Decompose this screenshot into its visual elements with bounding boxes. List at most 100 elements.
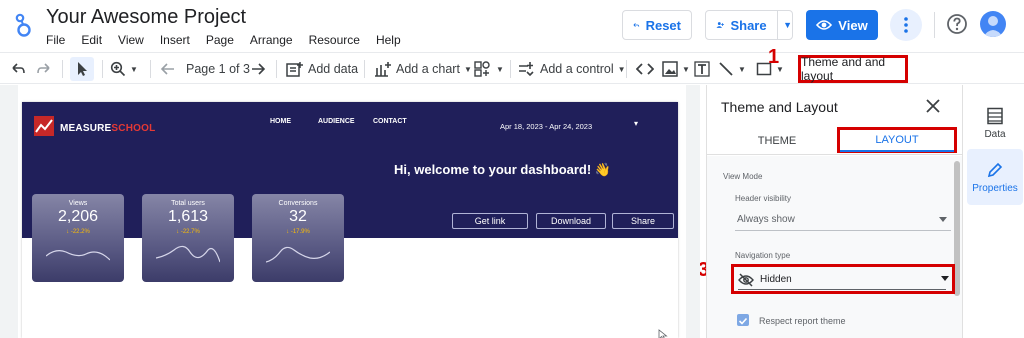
dropdown-arrow-icon <box>939 217 947 222</box>
toolbar-divider <box>102 60 103 78</box>
image-caret-icon: ▼ <box>682 64 690 74</box>
measureschool-logo-icon <box>34 116 54 136</box>
share-report-button[interactable]: Share <box>612 213 674 229</box>
previous-page-button[interactable] <box>160 59 176 79</box>
pencil-icon <box>987 162 1003 177</box>
page-indicator[interactable]: Page 1 of 3 <box>186 59 250 79</box>
navigation-type-dropdown[interactable]: Hidden <box>731 264 955 294</box>
arrow-left-icon <box>160 63 174 75</box>
panel-title: Theme and Layout <box>721 99 838 115</box>
line-icon <box>719 62 733 76</box>
zoom-button[interactable]: ▼ <box>110 59 138 79</box>
image-button[interactable]: ▼ <box>662 59 690 79</box>
share-button[interactable]: Share ▼ <box>705 10 793 40</box>
respect-theme-checkbox[interactable] <box>737 314 749 326</box>
kpi-card-total-users[interactable]: Total users 1,613 ↓ -22.7% <box>142 194 234 282</box>
nav-home[interactable]: HOME <box>270 118 291 125</box>
date-range-control[interactable]: Apr 18, 2023 - Apr 24, 2023 <box>500 122 592 131</box>
app-header: Your Awesome Project File Edit View Inse… <box>0 0 1024 50</box>
theme-and-layout-button[interactable]: Theme and and layout <box>798 55 908 83</box>
header-divider <box>934 12 935 38</box>
select-tool-button[interactable] <box>70 57 94 81</box>
menu-edit[interactable]: Edit <box>81 33 102 47</box>
nav-contact[interactable]: CONTACT <box>373 118 407 125</box>
undo-arrow-icon <box>633 23 640 27</box>
share-dropdown-caret-icon[interactable]: ▼ <box>783 20 792 30</box>
sparkline-icon <box>46 250 110 261</box>
dropdown-arrow-icon <box>941 276 949 281</box>
code-icon <box>636 63 654 75</box>
toolbar-divider <box>364 60 365 78</box>
text-box-icon <box>694 61 710 77</box>
rail-data-label: Data <box>984 128 1006 140</box>
checkmark-icon <box>738 317 748 325</box>
eye-icon <box>816 20 833 30</box>
community-components-button[interactable]: ▼ <box>474 59 504 79</box>
canvas-margin <box>0 85 18 338</box>
embed-code-button[interactable] <box>636 59 654 79</box>
add-chart-caret-icon: ▼ <box>463 64 472 74</box>
rail-data-button[interactable]: Data <box>967 95 1023 151</box>
components-icon <box>474 61 490 77</box>
menu-view[interactable]: View <box>118 33 144 47</box>
undo-button[interactable] <box>10 59 26 79</box>
avatar[interactable] <box>980 11 1006 37</box>
header-visibility-dropdown[interactable]: Always show <box>735 209 951 231</box>
next-page-button[interactable] <box>250 59 266 79</box>
menu-insert[interactable]: Insert <box>160 33 190 47</box>
toolbar: ▼ Page 1 of 3 Add data Add a chart ▼ ▼ A… <box>0 52 1024 84</box>
kpi-label: Conversions <box>278 200 318 207</box>
tab-layout[interactable]: LAYOUT <box>837 127 957 153</box>
menu-arrange[interactable]: Arrange <box>250 33 293 47</box>
add-chart-icon <box>375 62 391 77</box>
toolbar-divider <box>62 60 63 78</box>
user-icon <box>983 16 1003 37</box>
arrow-right-icon <box>252 63 266 75</box>
add-data-icon <box>286 62 303 77</box>
more-options-button[interactable] <box>890 9 922 41</box>
sparkline-icon <box>266 246 330 263</box>
redo-button[interactable] <box>36 59 52 79</box>
view-mode-heading: View Mode <box>723 172 763 181</box>
add-data-button[interactable]: Add data <box>286 59 358 79</box>
tab-theme[interactable]: THEME <box>727 127 827 155</box>
menu-page[interactable]: Page <box>206 33 234 47</box>
close-icon[interactable] <box>923 96 943 116</box>
add-control-button[interactable]: Add a control ▼ <box>518 59 626 79</box>
toolbar-divider <box>626 60 627 78</box>
menu-file[interactable]: File <box>46 33 65 47</box>
toolbar-divider <box>150 60 151 78</box>
looker-studio-logo-icon[interactable] <box>14 12 32 38</box>
kpi-value: 2,206 <box>57 208 99 225</box>
menu-resource[interactable]: Resource <box>309 33 360 47</box>
share-label: Share <box>730 17 767 33</box>
nav-audience[interactable]: AUDIENCE <box>318 118 355 125</box>
add-chart-label: Add a chart <box>396 62 460 76</box>
welcome-message: Hi, welcome to your dashboard! 👋 <box>394 162 611 177</box>
view-button[interactable]: View <box>806 10 878 40</box>
visibility-off-icon <box>738 272 754 287</box>
side-rail: Data Properties <box>962 85 1024 338</box>
download-button[interactable]: Download <box>536 213 606 229</box>
mouse-cursor-icon <box>658 329 668 338</box>
undo-icon <box>12 63 25 74</box>
rail-properties-button[interactable]: Properties <box>967 149 1023 205</box>
reset-button[interactable]: Reset <box>622 10 692 40</box>
header-visibility-label: Header visibility <box>735 194 792 203</box>
kpi-card-views[interactable]: Views 2,206 ↓ -22.2% <box>32 194 124 282</box>
line-button[interactable]: ▼ <box>718 59 746 79</box>
date-caret-icon[interactable]: ▾ <box>634 119 638 128</box>
report-canvas[interactable]: MEASURESCHOOL HOME AUDIENCE CONTACT Apr … <box>0 85 700 338</box>
get-link-button[interactable]: Get link <box>452 213 528 229</box>
kpi-delta: ↓ -17.9% <box>286 229 310 235</box>
rail-properties-label: Properties <box>972 182 1018 194</box>
kpi-card-conversions[interactable]: Conversions 32 ↓ -17.9% <box>252 194 344 282</box>
menu-help[interactable]: Help <box>376 33 401 47</box>
report-page[interactable]: MEASURESCHOOL HOME AUDIENCE CONTACT Apr … <box>22 102 678 338</box>
help-icon[interactable] <box>946 13 968 35</box>
report-title[interactable]: Your Awesome Project <box>46 6 246 29</box>
add-chart-button[interactable]: Add a chart ▼ <box>374 59 472 79</box>
text-button[interactable] <box>694 59 710 79</box>
data-table-icon <box>987 107 1003 124</box>
redo-icon <box>37 63 50 74</box>
